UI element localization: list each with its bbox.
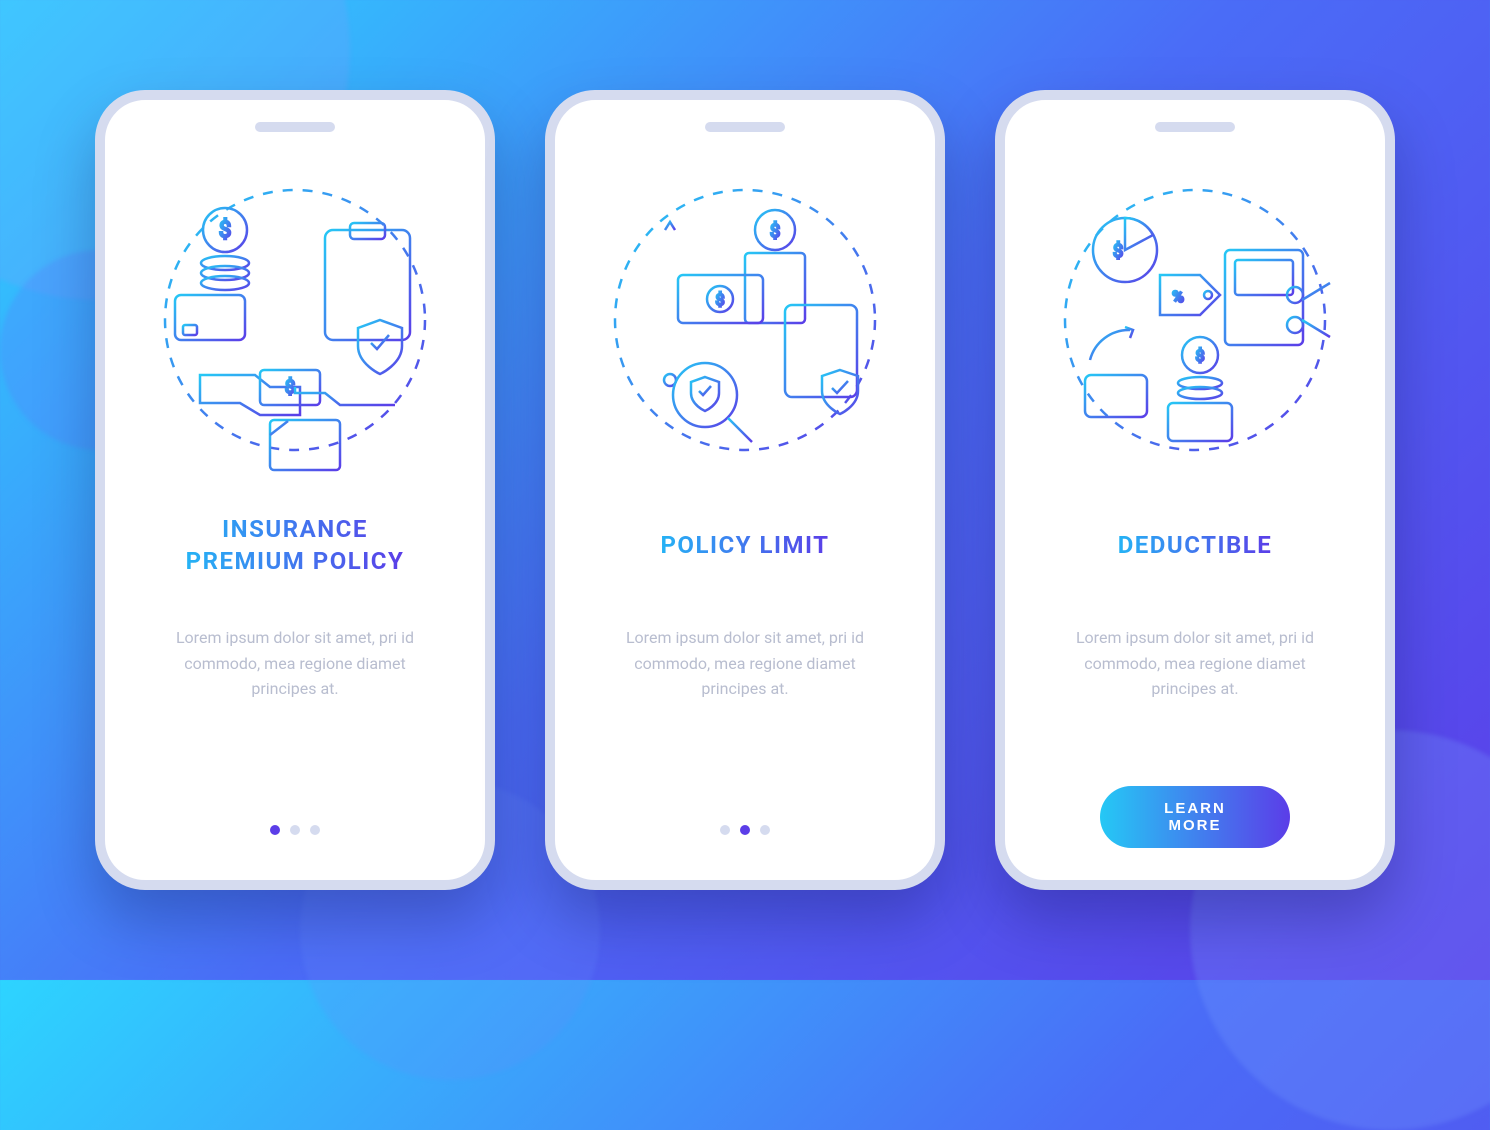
illustration-deductible: $ % $ — [1045, 170, 1345, 470]
phone-notch — [705, 122, 785, 132]
svg-text:$: $ — [716, 290, 725, 309]
learn-more-button[interactable]: LEARN MORE — [1100, 786, 1290, 848]
screen-description: Lorem ipsum dolor sit amet, pri id commo… — [150, 625, 440, 702]
svg-text:$: $ — [285, 377, 295, 398]
phone-mockup-1: $ $ INSURANCE PREMIUM POLICY — [95, 90, 495, 890]
page-dots — [720, 825, 770, 835]
page-dot-3[interactable] — [760, 825, 770, 835]
page-dot-2[interactable] — [290, 825, 300, 835]
svg-text:$: $ — [770, 221, 780, 242]
screen-description: Lorem ipsum dolor sit amet, pri id commo… — [1050, 625, 1340, 702]
page-dot-1[interactable] — [720, 825, 730, 835]
screen-title: POLICY LIMIT — [660, 510, 829, 580]
svg-text:%: % — [1172, 287, 1184, 306]
svg-text:$: $ — [219, 218, 231, 243]
illustration-insurance-premium: $ $ — [145, 170, 445, 470]
svg-text:$: $ — [1113, 241, 1123, 262]
illustration-policy-limit: $ $ — [595, 170, 895, 470]
phone-row: $ $ INSURANCE PREMIUM POLICY — [95, 90, 1395, 890]
screen-title: INSURANCE PREMIUM POLICY — [186, 510, 405, 580]
phone-mockup-2: $ $ POLICY LIMIT Lorem ipsum dolor sit a… — [545, 90, 945, 890]
phone-notch — [255, 122, 335, 132]
svg-text:$: $ — [1196, 346, 1205, 365]
phone-notch — [1155, 122, 1235, 132]
page-dot-2[interactable] — [740, 825, 750, 835]
page-dot-1[interactable] — [270, 825, 280, 835]
page-dot-3[interactable] — [310, 825, 320, 835]
screen-title: DEDUCTIBLE — [1118, 510, 1273, 580]
phone-mockup-3: $ % $ DEDUCTIBLE Lorem ipsum d — [995, 90, 1395, 890]
screen-description: Lorem ipsum dolor sit amet, pri id commo… — [600, 625, 890, 702]
page-dots — [270, 825, 320, 835]
